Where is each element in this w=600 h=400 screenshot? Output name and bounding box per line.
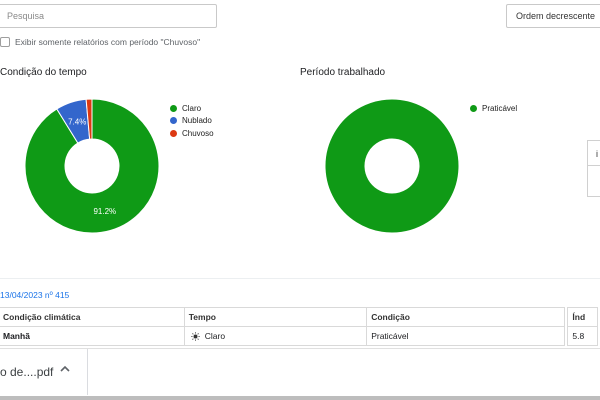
legend-swatch-nublado [170,117,177,125]
col-header-climate: Condição climática [0,307,185,327]
rainy-filter-label: Exibir somente relatórios com período "C… [15,37,201,47]
donut-slice-praticavel[interactable] [324,98,460,234]
legend-swatch-praticavel [470,104,477,112]
legend-swatch-claro [170,104,177,112]
report-link[interactable]: 13/04/2023 nº 415 [0,290,69,300]
chevron-up-icon[interactable] [59,363,71,375]
donut-label-nublado: 7.4% [68,117,86,126]
weather-legend: Claro Nublado Chuvoso [170,102,214,140]
sort-order-label: Ordem decrescente [516,11,596,21]
legend-item-nublado: Nublado [170,115,214,128]
cell-condition: Praticável [366,326,565,346]
cell-weather-label: Claro [204,330,226,341]
sort-order-select[interactable]: Ordem decrescente ▾ [506,4,600,28]
donut-label-claro: 91.2% [93,207,116,216]
summary-table-header: i [588,141,600,166]
weather-chart-title: Condição do tempo [0,67,87,78]
period-chart-title: Período trabalhado [300,67,386,78]
legend-item-claro: Claro [170,102,214,115]
download-item[interactable]: o de....pdf [0,349,88,395]
table-row: Manhã Claro Praticável 5.8 [0,326,598,346]
rainy-filter[interactable]: Exibir somente relatórios com período "C… [0,37,200,47]
col-header-weather: Tempo [183,307,368,327]
col-header-index: Índ [567,307,598,327]
legend-item-praticavel: Praticável [470,102,517,115]
period-donut-chart [324,98,460,234]
download-bar: o de....pdf [0,348,600,400]
sun-icon [191,332,200,341]
cell-period: Manhã [0,326,185,346]
rainy-filter-checkbox[interactable] [0,37,10,47]
table-header-row: Condição climática Tempo Condição Índ [0,307,598,327]
window-bottom-edge [0,396,600,400]
cell-index: 5.8 [567,326,598,346]
legend-label-praticavel: Praticável [482,103,518,113]
download-filename: o de....pdf [0,365,54,379]
search-input[interactable] [0,4,217,28]
summary-table-partial: i [587,140,600,197]
legend-label-nublado: Nublado [182,116,212,126]
legend-label-chuvoso: Chuvoso [182,128,214,138]
report-table: Condição climática Tempo Condição Índ Ma… [0,307,598,346]
legend-label-claro: Claro [182,103,202,113]
legend-swatch-chuvoso [170,129,177,137]
legend-item-chuvoso: Chuvoso [170,127,214,140]
col-header-condition: Condição [366,307,565,327]
period-legend: Praticável [470,102,517,115]
section-divider [0,278,600,279]
cell-weather: Claro [183,326,368,346]
weather-donut-chart: 91.2% 7.4% [24,98,160,234]
